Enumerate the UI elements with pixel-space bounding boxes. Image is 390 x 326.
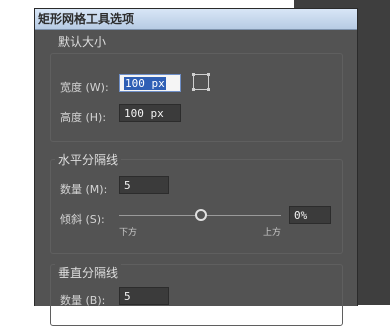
reference-point-icon[interactable]	[192, 73, 210, 91]
vertical-count-label: 数量 (B):	[60, 294, 106, 307]
horizontal-count-input[interactable]: 5	[119, 176, 169, 194]
dialog-title: 矩形网格工具选项	[35, 9, 357, 30]
rectangular-grid-options-dialog: 矩形网格工具选项 默认大小 宽度 (W): 100 px 高度 (H): 100…	[34, 8, 358, 326]
horizontal-count-label: 数量 (M):	[60, 183, 108, 196]
skew-slider-thumb[interactable]	[195, 209, 207, 221]
slider-left-label: 下方	[119, 228, 138, 238]
height-label: 高度 (H):	[60, 111, 107, 124]
width-input[interactable]: 100 px	[119, 74, 181, 92]
width-label: 宽度 (W):	[60, 81, 109, 94]
skew-label: 倾斜 (S):	[60, 213, 105, 226]
horizontal-dividers-label: 水平分隔线	[55, 151, 122, 168]
vertical-dividers-label: 垂直分隔线	[55, 264, 122, 281]
default-size-label: 默认大小	[55, 33, 110, 50]
vertical-count-input[interactable]: 5	[119, 287, 169, 305]
default-size-group	[50, 53, 343, 142]
slider-right-label: 上方	[263, 228, 282, 238]
skew-input[interactable]: 0%	[289, 206, 331, 224]
height-input[interactable]: 100 px	[119, 104, 181, 122]
